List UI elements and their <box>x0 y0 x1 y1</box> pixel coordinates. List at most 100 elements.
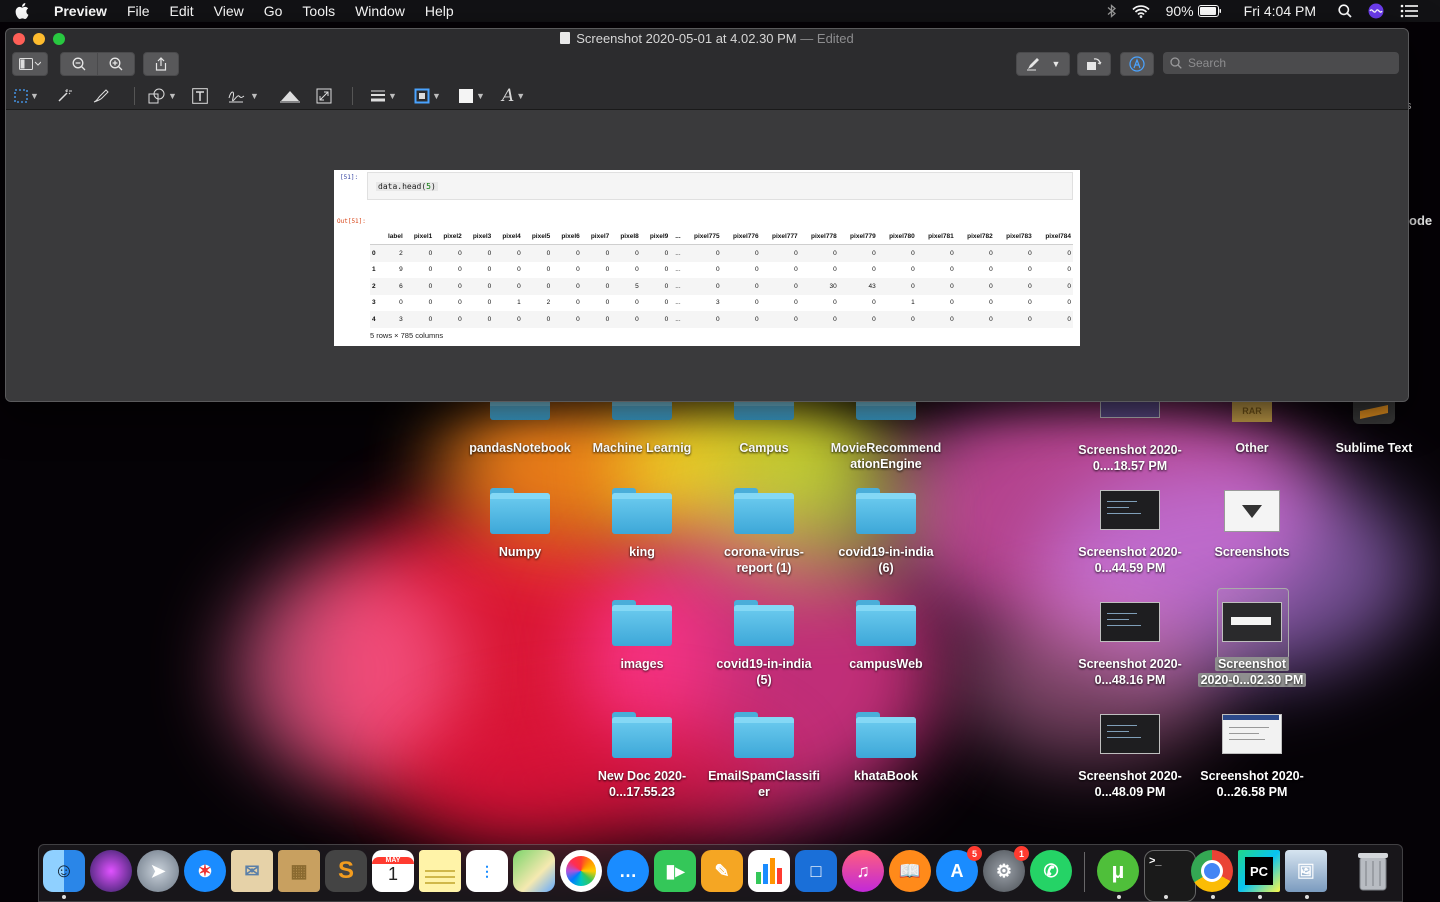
rotate-button[interactable] <box>1077 52 1111 76</box>
terminal-icon[interactable]: >_ <box>1144 850 1196 902</box>
rectangular-selection-icon <box>14 89 28 103</box>
messages-icon[interactable]: … <box>607 850 649 892</box>
adjust-size-button[interactable] <box>316 84 332 108</box>
text-tool-button[interactable] <box>192 84 208 108</box>
siri-icon[interactable] <box>90 850 132 892</box>
finder-icon[interactable]: ☺ <box>43 850 85 892</box>
table-cell: 0 <box>552 311 582 328</box>
clock[interactable]: Fri 4:04 PM <box>1230 3 1330 19</box>
markup-mode-button[interactable] <box>1120 52 1154 76</box>
menu-app-name[interactable]: Preview <box>44 0 117 22</box>
menu-go[interactable]: Go <box>254 0 293 22</box>
desktop-archive-other[interactable]: RAR Other <box>1187 400 1317 456</box>
menu-edit[interactable]: Edit <box>160 0 204 22</box>
desktop-folder-king[interactable]: king <box>577 488 707 560</box>
safari-icon[interactable]: ✶ <box>184 850 226 892</box>
menu-file[interactable]: File <box>117 0 160 22</box>
table-cell: 0 <box>552 244 582 262</box>
photos-icon[interactable] <box>560 850 602 892</box>
zoom-out-button[interactable] <box>60 52 98 76</box>
battery-percent: 90% <box>1165 3 1194 19</box>
bluetooth-icon[interactable] <box>1099 0 1124 22</box>
desktop-screenshot-4809[interactable]: Screenshot 2020-0...48.09 PM <box>1065 714 1195 800</box>
battery-icon[interactable] <box>1197 0 1230 22</box>
chrome-icon[interactable] <box>1191 850 1233 892</box>
keynote-icon[interactable]: □ <box>795 850 837 892</box>
calendar-icon[interactable]: MAY 1 <box>372 850 414 892</box>
line-style-button[interactable]: ▼ <box>370 84 397 108</box>
numbers-icon[interactable] <box>748 850 790 892</box>
search-field[interactable]: Search <box>1163 52 1399 74</box>
mail-icon[interactable]: ✉ <box>231 850 273 892</box>
text-style-button[interactable]: A ▼ <box>502 84 525 108</box>
whatsapp-icon[interactable]: ✆ <box>1030 850 1072 892</box>
siri-icon[interactable] <box>1360 0 1392 22</box>
maps-icon[interactable] <box>513 850 555 892</box>
books-icon[interactable]: 📖 <box>889 850 931 892</box>
border-color-button[interactable]: ▼ <box>414 84 441 108</box>
desktop-item-label: Machine Learnig <box>592 441 692 455</box>
desktop-item-label: Screenshot 2020-0...44.59 PM <box>1078 545 1182 575</box>
adjust-color-button[interactable] <box>280 84 300 108</box>
reminders-icon[interactable]: ⋮ <box>466 850 508 892</box>
document-canvas[interactable]: [51]: data.head(5) Out[51]: label pixel1 p… <box>6 110 1408 401</box>
desktop-screenshot-2658[interactable]: Screenshot 2020-0...26.58 PM <box>1187 714 1317 800</box>
desktop-folder-numpy[interactable]: Numpy <box>455 488 585 560</box>
notification-center-icon[interactable] <box>1392 0 1440 22</box>
sidebar-toggle-button[interactable] <box>12 52 48 76</box>
selection-tool-button[interactable]: ▼ <box>14 84 39 108</box>
fill-color-button[interactable]: ▼ <box>458 84 485 108</box>
desktop-folder-movierecommendationengine[interactable]: MovieRecommend ationEngine <box>821 400 951 472</box>
desktop-screenshot-4459[interactable]: Screenshot 2020-0...44.59 PM <box>1065 490 1195 576</box>
menu-view[interactable]: View <box>204 0 254 22</box>
pages-icon[interactable]: ✎ <box>701 850 743 892</box>
sublime-icon[interactable]: S <box>325 850 367 892</box>
notes-icon[interactable] <box>419 850 461 892</box>
music-icon[interactable]: ♫ <box>842 850 884 892</box>
trash-icon[interactable] <box>1352 850 1394 892</box>
app-store-icon[interactable]: A5 <box>936 846 982 892</box>
sign-tool-button[interactable]: ▼ <box>228 84 259 108</box>
desktop-folder-covid19-in-india-6[interactable]: covid19-in-india (6) <box>821 488 951 576</box>
menu-help[interactable]: Help <box>415 0 464 22</box>
desktop-screenshot-1857[interactable]: Screenshot 2020-0....18.57 PM <box>1065 400 1195 474</box>
facetime-icon[interactable]: ▮▸ <box>654 850 696 892</box>
instant-alpha-button[interactable] <box>56 84 72 108</box>
contacts-icon[interactable]: ▦ <box>278 850 320 892</box>
launchpad-icon[interactable]: ➤ <box>137 850 179 892</box>
sketch-tool-button[interactable] <box>92 84 110 108</box>
menu-window[interactable]: Window <box>345 0 415 22</box>
desktop-folder-corona-virus-report[interactable]: corona-virus- report (1) <box>699 488 829 576</box>
table-cell: 0 <box>664 299 669 307</box>
table-cell: 0 <box>760 278 800 295</box>
zoom-in-button[interactable] <box>97 52 135 76</box>
desktop-folder-khatabook[interactable]: khataBook <box>821 712 951 784</box>
share-button[interactable] <box>143 52 179 76</box>
wifi-icon[interactable] <box>1124 0 1158 22</box>
input-prompt: [51]: <box>340 174 359 181</box>
desktop-folder-new-doc[interactable]: New Doc 2020-0...17.55.23 <box>577 712 707 800</box>
markup-circle-icon <box>1129 56 1145 72</box>
desktop-screenshot-0230-selected[interactable]: Screenshot 2020-0...02.30 PM <box>1187 602 1317 688</box>
desktop-folder-screenshots[interactable]: Screenshots <box>1187 490 1317 560</box>
desktop-folder-covid19-in-india-5[interactable]: covid19-in-india (5) <box>699 600 829 688</box>
desktop-app-sublime-text[interactable]: Sublime Text <box>1309 400 1439 456</box>
pycharm-icon[interactable]: PC <box>1238 850 1280 892</box>
desktop-folder-machine-learning[interactable]: Machine Learnig <box>577 400 707 456</box>
table-cell: 0 <box>838 244 878 262</box>
running-indicator <box>1211 895 1215 899</box>
preview-icon[interactable]: 🖼 <box>1285 850 1327 892</box>
desktop-screenshot-4816[interactable]: Screenshot 2020-0...48.16 PM <box>1065 602 1195 688</box>
spotlight-search-icon[interactable] <box>1330 0 1360 22</box>
desktop-folder-campusweb[interactable]: campusWeb <box>821 600 951 672</box>
markup-toolbar-button[interactable]: ▼ <box>1016 52 1070 76</box>
system-preferences-icon[interactable]: ⚙ 1 <box>983 846 1029 892</box>
shapes-tool-button[interactable]: ▼ <box>148 84 177 108</box>
desktop-folder-pandasnotebook[interactable]: pandasNotebook <box>455 400 585 456</box>
menu-tools[interactable]: Tools <box>292 0 345 22</box>
utorrent-icon[interactable]: µ <box>1097 850 1139 892</box>
desktop-folder-images[interactable]: images <box>577 600 707 672</box>
apple-menu-icon[interactable] <box>0 3 44 19</box>
desktop-folder-emailspamclassifier[interactable]: EmailSpamClassifi er <box>699 712 829 800</box>
desktop-folder-campus[interactable]: Campus <box>699 400 829 456</box>
